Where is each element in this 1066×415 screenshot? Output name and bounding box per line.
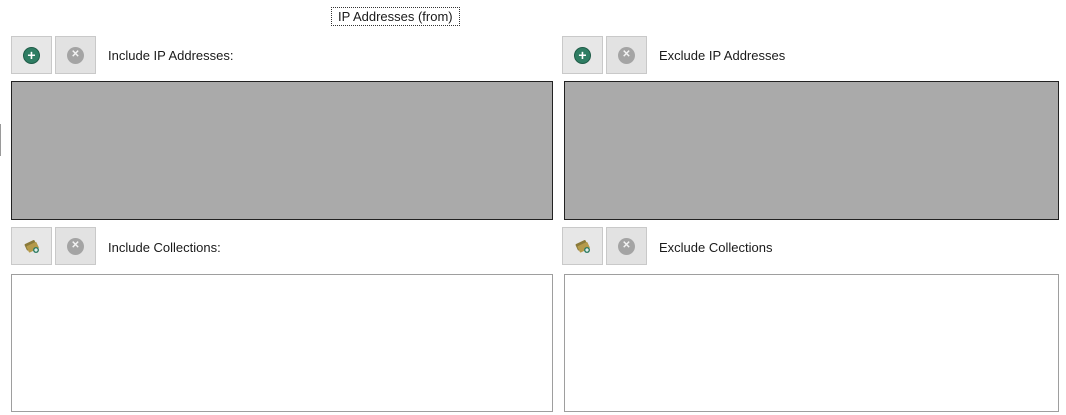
- include-ip-remove-button[interactable]: ✕: [55, 36, 96, 74]
- include-collections-remove-button[interactable]: ✕: [55, 227, 96, 265]
- remove-circle-icon: ✕: [618, 237, 635, 255]
- exclude-ip-add-button[interactable]: +: [562, 36, 603, 74]
- exclude-collections-remove-button[interactable]: ✕: [606, 227, 647, 265]
- exclude-collections-add-button[interactable]: [562, 227, 603, 265]
- exclude-collections-list[interactable]: [564, 274, 1059, 412]
- include-collections-add-button[interactable]: [11, 227, 52, 265]
- add-collection-icon: [575, 240, 590, 253]
- remove-circle-icon: ✕: [67, 46, 84, 64]
- include-collections-list[interactable]: [11, 274, 553, 412]
- include-collections-label: Include Collections:: [108, 240, 221, 255]
- add-collection-icon: [24, 240, 39, 253]
- remove-circle-icon: ✕: [67, 237, 84, 255]
- exclude-ip-remove-button[interactable]: ✕: [606, 36, 647, 74]
- exclude-collections-label: Exclude Collections: [659, 240, 773, 255]
- tab-ip-addresses-from[interactable]: IP Addresses (from): [331, 7, 460, 26]
- remove-circle-icon: ✕: [618, 46, 635, 64]
- include-ip-add-button[interactable]: +: [11, 36, 52, 74]
- exclude-ip-list[interactable]: [564, 81, 1059, 220]
- add-circle-icon: +: [574, 46, 591, 64]
- include-ip-list[interactable]: [11, 81, 553, 220]
- add-circle-icon: +: [23, 46, 40, 64]
- include-ip-label: Include IP Addresses:: [108, 48, 234, 63]
- left-edge-line: [0, 124, 1, 156]
- exclude-ip-label: Exclude IP Addresses: [659, 48, 786, 63]
